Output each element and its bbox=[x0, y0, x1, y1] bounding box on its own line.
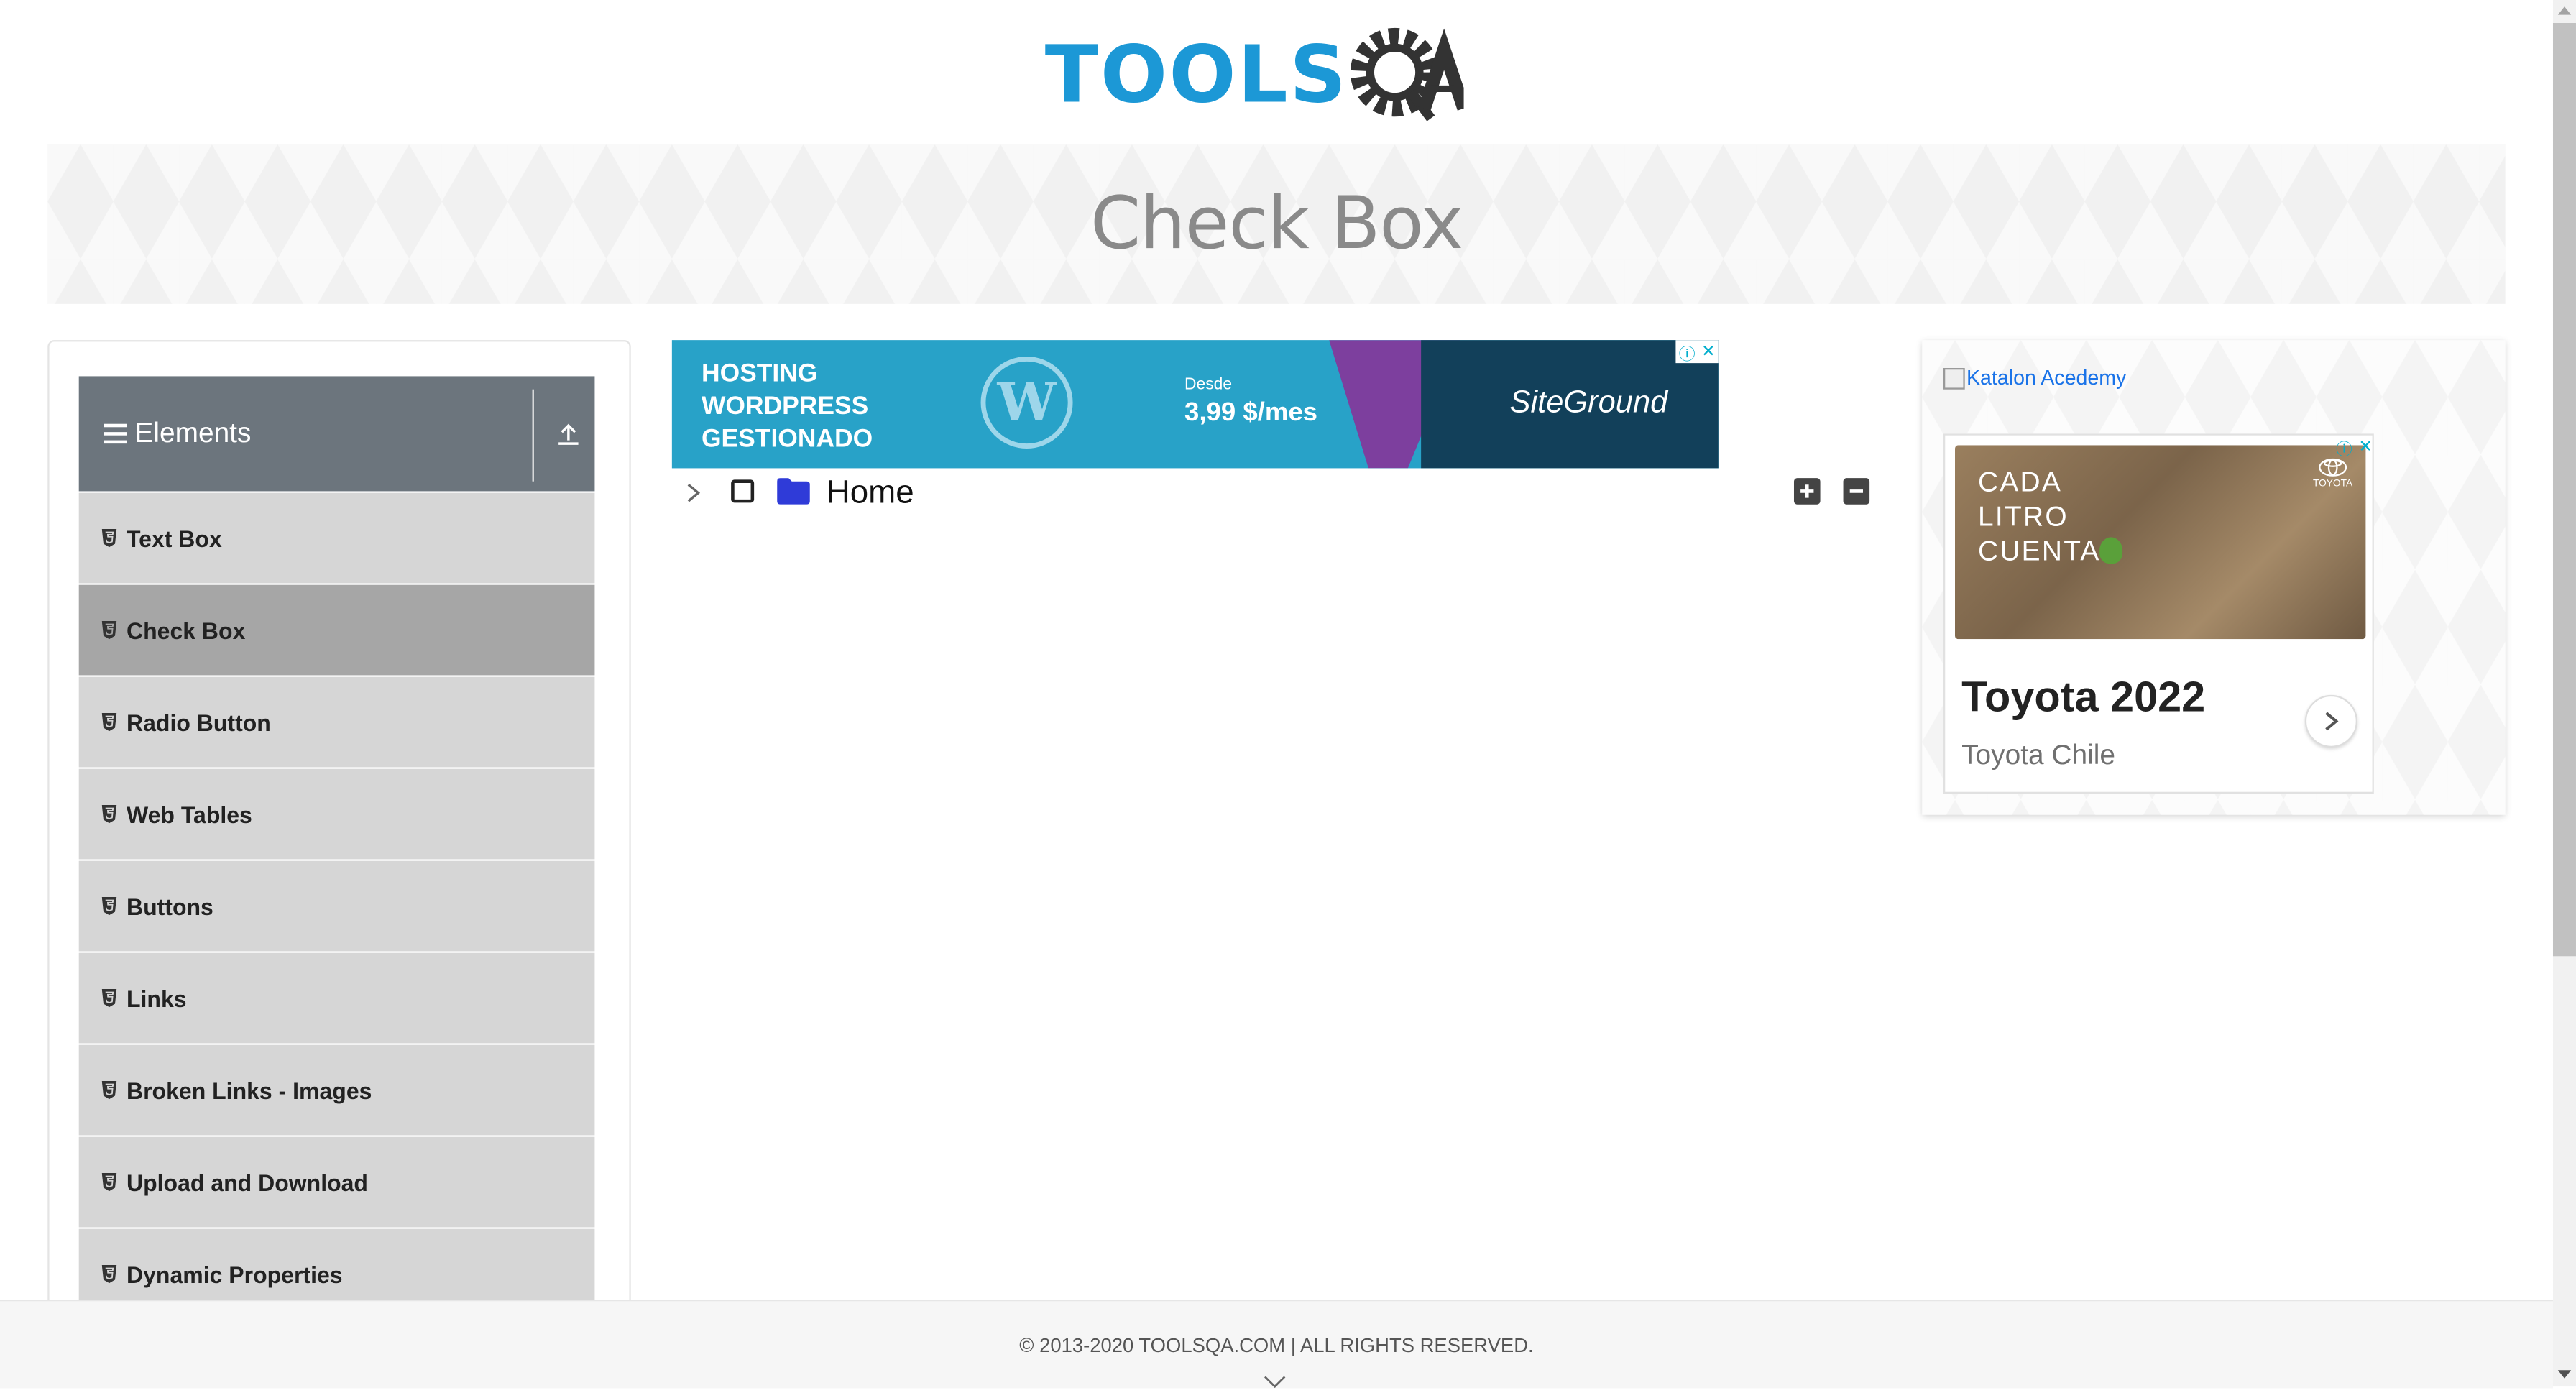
minus-icon bbox=[1849, 489, 1863, 493]
expand-all-button[interactable] bbox=[1793, 478, 1821, 505]
sidebar-item-label: Text Box bbox=[126, 525, 222, 551]
menu-icon bbox=[103, 423, 126, 444]
ad-next-button[interactable] bbox=[2304, 694, 2358, 748]
adchoices-icon[interactable]: ⓘ bbox=[1679, 340, 1696, 364]
sidebar-item-check-box[interactable]: Check Box bbox=[78, 584, 595, 676]
html5-icon bbox=[101, 712, 117, 732]
collapse-group-icon[interactable] bbox=[542, 376, 594, 491]
logo-text: TOOLS bbox=[1044, 29, 1348, 122]
ad-desde: Desde bbox=[1184, 376, 1233, 395]
close-icon[interactable]: ✕ bbox=[1701, 343, 1715, 361]
sidebar-item-label: Links bbox=[126, 985, 187, 1011]
group-title: Elements bbox=[134, 417, 252, 449]
vertical-scrollbar[interactable] bbox=[2552, 0, 2576, 1387]
ad-subtitle: Toyota Chile bbox=[1961, 739, 2115, 771]
scrollbar-thumb[interactable] bbox=[2552, 22, 2576, 957]
page-title: Check Box bbox=[1090, 182, 1463, 267]
toyota-ad-card[interactable]: CADA LITRO CUENTA TOYOTA Toyota 2022 Toy… bbox=[1943, 433, 2375, 794]
chevron-right-icon bbox=[2325, 712, 2339, 731]
footer-copyright: © 2013-2020 TOOLSQA.COM | ALL RIGHTS RES… bbox=[1019, 1333, 1534, 1357]
expand-toggle-icon[interactable] bbox=[685, 482, 702, 512]
ad-social-strip bbox=[1955, 640, 2365, 653]
ad-choices-close[interactable]: ⓘ ✕ bbox=[1675, 340, 1719, 364]
chevron-down-icon[interactable] bbox=[1264, 1369, 1287, 1398]
sidebar-item-label: Radio Button bbox=[126, 709, 271, 735]
toyota-brand: TOYOTA bbox=[2312, 479, 2353, 490]
left-panel: Elements Text Box Check Box Radio Button… bbox=[47, 340, 631, 1362]
tree-node-label[interactable]: Home bbox=[827, 475, 914, 513]
folder-icon bbox=[777, 478, 810, 512]
right-ad-panel: Katalon Acedemy CADA LITRO CUENTA TOYOTA… bbox=[1922, 340, 2506, 815]
sidebar-item-label: Dynamic Properties bbox=[126, 1261, 343, 1287]
html5-icon bbox=[101, 804, 117, 824]
scroll-down-arrow[interactable] bbox=[2557, 1370, 2572, 1379]
html5-icon bbox=[101, 620, 117, 640]
footer: © 2013-2020 TOOLSQA.COM | ALL RIGHTS RES… bbox=[0, 1299, 2553, 1389]
html5-icon bbox=[101, 1080, 117, 1100]
adchoices-icon[interactable]: ⓘ bbox=[2336, 435, 2352, 459]
html5-icon bbox=[101, 988, 117, 1008]
close-icon[interactable]: ✕ bbox=[2359, 438, 2373, 456]
html5-icon bbox=[101, 1264, 117, 1284]
broken-image-icon bbox=[1943, 367, 1965, 389]
sidebar-item-web-tables[interactable]: Web Tables bbox=[78, 768, 595, 860]
sidebar-item-label: Web Tables bbox=[126, 801, 252, 827]
collapse-all-button[interactable] bbox=[1843, 478, 1870, 505]
katalon-alt-text: Katalon Acedemy bbox=[1966, 366, 2127, 390]
sidebar-item-label: Upload and Download bbox=[126, 1169, 368, 1195]
sidebar-item-broken-links[interactable]: Broken Links - Images bbox=[78, 1044, 595, 1136]
sidebar-item-buttons[interactable]: Buttons bbox=[78, 860, 595, 952]
divider bbox=[532, 389, 534, 482]
scroll-up-arrow[interactable] bbox=[2557, 6, 2572, 15]
toyota-logo: TOYOTA bbox=[2312, 458, 2353, 490]
sidebar-item-links[interactable]: Links bbox=[78, 952, 595, 1044]
ad-image-text: CADA LITRO CUENTA bbox=[1977, 466, 2101, 567]
toolsqa-logo[interactable]: TOOLS bbox=[1045, 19, 1463, 131]
checkbox-tree: Home bbox=[672, 473, 1887, 515]
sidebar-item-label: Broken Links - Images bbox=[126, 1077, 372, 1103]
siteground-ad[interactable]: HOSTING WORDPRESS GESTIONADO W Desde 3,9… bbox=[671, 340, 1719, 469]
html5-icon bbox=[101, 528, 117, 548]
group-header-elements[interactable]: Elements bbox=[78, 376, 595, 492]
sidebar-item-text-box[interactable]: Text Box bbox=[78, 492, 595, 584]
wordpress-icon: W bbox=[980, 356, 1073, 449]
sidebar-menu: Text Box Check Box Radio Button Web Tabl… bbox=[78, 492, 595, 1321]
ad-brand: SiteGround bbox=[1509, 386, 1668, 421]
sidebar-item-radio-button[interactable]: Radio Button bbox=[78, 676, 595, 768]
katalon-image-link[interactable]: Katalon Acedemy bbox=[1943, 366, 2127, 390]
gear-magnifier-icon bbox=[1349, 27, 1463, 121]
ad-headline: HOSTING WORDPRESS GESTIONADO bbox=[701, 359, 873, 454]
home-checkbox[interactable] bbox=[731, 479, 755, 503]
ad-title[interactable]: Toyota 2022 bbox=[1961, 672, 2205, 723]
toyota-ad-image: CADA LITRO CUENTA TOYOTA bbox=[1954, 445, 2366, 640]
html5-icon bbox=[101, 1172, 117, 1192]
sidebar-item-label: Buttons bbox=[126, 893, 213, 919]
sidebar-item-label: Check Box bbox=[126, 617, 246, 643]
page-banner: Check Box bbox=[47, 144, 2506, 304]
plus-icon bbox=[1800, 484, 1814, 498]
sidebar-item-upload-download[interactable]: Upload and Download bbox=[78, 1136, 595, 1228]
ad-price: 3,99 $/mes bbox=[1184, 399, 1318, 428]
html5-icon bbox=[101, 896, 117, 916]
ad-choices-close[interactable]: ⓘ ✕ bbox=[2333, 436, 2375, 459]
